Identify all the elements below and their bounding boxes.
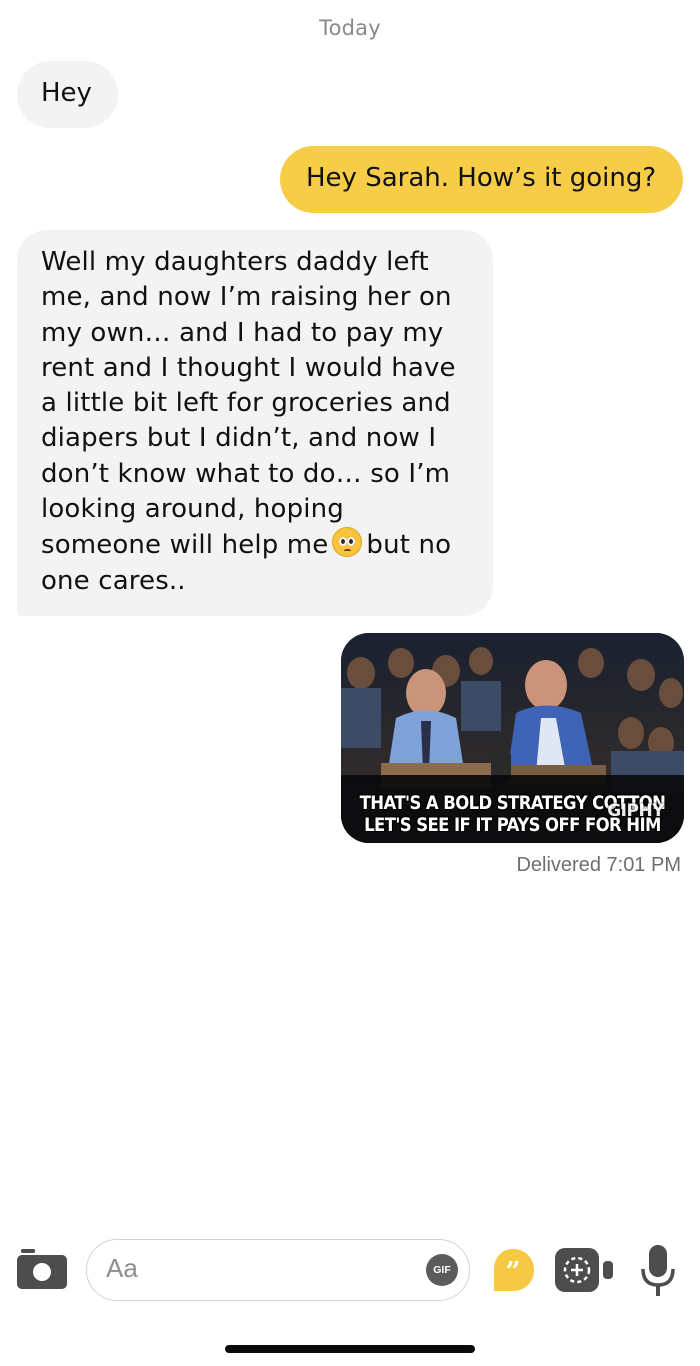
microphone-icon[interactable]: [640, 1245, 676, 1297]
message-input[interactable]: Aa GIF: [86, 1239, 470, 1301]
message-text: Well my daughters daddy left me, and now…: [41, 247, 456, 561]
message-text: Hey: [41, 78, 92, 108]
delivery-status: Delivered 7:01 PM: [516, 854, 681, 876]
giphy-watermark: GIPHY: [607, 801, 664, 821]
message-text: Hey Sarah. How’s it going?: [306, 163, 657, 193]
gif-message[interactable]: THAT'S A BOLD STRATEGY COTTON LET'S SEE …: [341, 633, 684, 843]
gif-button[interactable]: GIF: [426, 1254, 458, 1286]
outgoing-message[interactable]: Hey Sarah. How’s it going?: [280, 146, 683, 213]
svg-text:”: ”: [506, 1257, 521, 1287]
pleading-face-emoji: [332, 527, 363, 558]
date-header: Today: [319, 16, 381, 40]
message-input-placeholder: Aa: [106, 1253, 138, 1283]
video-call-icon[interactable]: [555, 1248, 615, 1292]
camera-icon[interactable]: [17, 1249, 67, 1289]
bumble-opening-moves-icon[interactable]: ”: [490, 1247, 536, 1293]
home-indicator: [225, 1345, 475, 1353]
incoming-message[interactable]: Hey: [17, 61, 118, 128]
incoming-message[interactable]: Well my daughters daddy left me, and now…: [17, 230, 493, 616]
